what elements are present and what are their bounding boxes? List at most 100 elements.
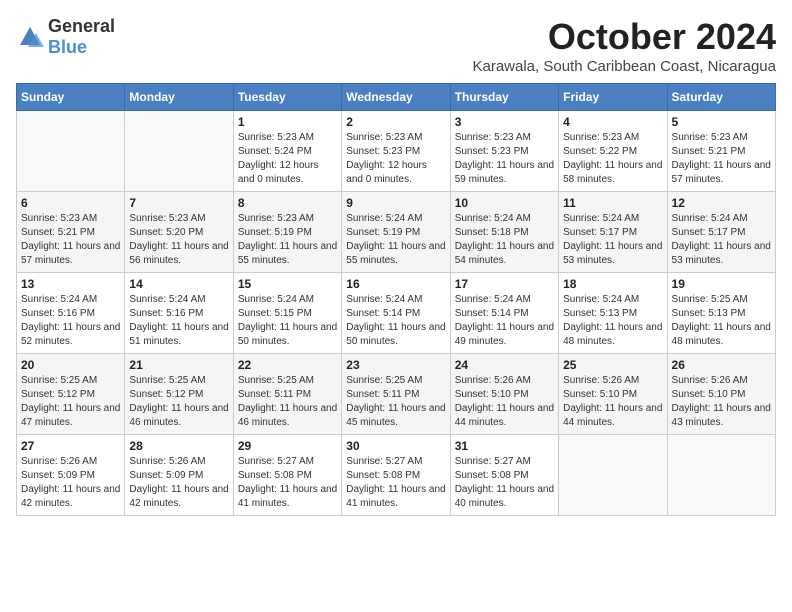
calendar-week-row: 13 Sunrise: 5:24 AMSunset: 5:16 PMDaylig… [17,273,776,354]
day-number: 10 [455,196,554,210]
calendar-cell: 3 Sunrise: 5:23 AMSunset: 5:23 PMDayligh… [450,111,558,192]
calendar-cell: 21 Sunrise: 5:25 AMSunset: 5:12 PMDaylig… [125,354,233,435]
day-number: 25 [563,358,662,372]
calendar-cell: 18 Sunrise: 5:24 AMSunset: 5:13 PMDaylig… [559,273,667,354]
calendar-cell: 7 Sunrise: 5:23 AMSunset: 5:20 PMDayligh… [125,192,233,273]
day-number: 11 [563,196,662,210]
day-info: Sunrise: 5:27 AMSunset: 5:08 PMDaylight:… [238,455,337,511]
day-number: 31 [455,439,554,453]
day-info: Sunrise: 5:23 AMSunset: 5:21 PMDaylight:… [21,212,120,268]
calendar-body: 1 Sunrise: 5:23 AMSunset: 5:24 PMDayligh… [17,111,776,516]
calendar-week-row: 20 Sunrise: 5:25 AMSunset: 5:12 PMDaylig… [17,354,776,435]
day-info: Sunrise: 5:24 AMSunset: 5:17 PMDaylight:… [563,212,662,268]
calendar-cell: 1 Sunrise: 5:23 AMSunset: 5:24 PMDayligh… [233,111,341,192]
day-info: Sunrise: 5:24 AMSunset: 5:17 PMDaylight:… [672,212,771,268]
weekday-header: Friday [559,84,667,111]
day-number: 18 [563,277,662,291]
calendar-cell: 14 Sunrise: 5:24 AMSunset: 5:16 PMDaylig… [125,273,233,354]
calendar-cell: 24 Sunrise: 5:26 AMSunset: 5:10 PMDaylig… [450,354,558,435]
day-number: 29 [238,439,337,453]
title-block: October 2024 Karawala, South Caribbean C… [472,16,776,75]
calendar-cell: 13 Sunrise: 5:24 AMSunset: 5:16 PMDaylig… [17,273,125,354]
calendar-cell [559,435,667,516]
day-info: Sunrise: 5:26 AMSunset: 5:09 PMDaylight:… [21,455,120,511]
day-info: Sunrise: 5:27 AMSunset: 5:08 PMDaylight:… [455,455,554,511]
calendar-cell: 2 Sunrise: 5:23 AMSunset: 5:23 PMDayligh… [342,111,450,192]
location-title: Karawala, South Caribbean Coast, Nicarag… [472,58,776,75]
day-number: 8 [238,196,337,210]
day-info: Sunrise: 5:24 AMSunset: 5:15 PMDaylight:… [238,293,337,349]
day-number: 13 [21,277,120,291]
day-number: 6 [21,196,120,210]
calendar-week-row: 6 Sunrise: 5:23 AMSunset: 5:21 PMDayligh… [17,192,776,273]
day-info: Sunrise: 5:23 AMSunset: 5:24 PMDaylight:… [238,131,337,187]
logo: General Blue [16,16,115,58]
logo-text: General Blue [48,16,115,58]
day-number: 1 [238,115,337,129]
calendar-week-row: 1 Sunrise: 5:23 AMSunset: 5:24 PMDayligh… [17,111,776,192]
calendar-cell [125,111,233,192]
day-number: 27 [21,439,120,453]
day-number: 3 [455,115,554,129]
calendar-cell: 22 Sunrise: 5:25 AMSunset: 5:11 PMDaylig… [233,354,341,435]
day-number: 21 [129,358,228,372]
calendar-cell: 20 Sunrise: 5:25 AMSunset: 5:12 PMDaylig… [17,354,125,435]
day-info: Sunrise: 5:24 AMSunset: 5:16 PMDaylight:… [129,293,228,349]
calendar-cell: 25 Sunrise: 5:26 AMSunset: 5:10 PMDaylig… [559,354,667,435]
calendar-cell: 23 Sunrise: 5:25 AMSunset: 5:11 PMDaylig… [342,354,450,435]
day-number: 24 [455,358,554,372]
day-info: Sunrise: 5:24 AMSunset: 5:14 PMDaylight:… [346,293,445,349]
day-info: Sunrise: 5:23 AMSunset: 5:23 PMDaylight:… [455,131,554,187]
day-info: Sunrise: 5:24 AMSunset: 5:13 PMDaylight:… [563,293,662,349]
calendar-week-row: 27 Sunrise: 5:26 AMSunset: 5:09 PMDaylig… [17,435,776,516]
day-info: Sunrise: 5:23 AMSunset: 5:19 PMDaylight:… [238,212,337,268]
day-info: Sunrise: 5:23 AMSunset: 5:22 PMDaylight:… [563,131,662,187]
day-info: Sunrise: 5:24 AMSunset: 5:19 PMDaylight:… [346,212,445,268]
calendar-cell: 19 Sunrise: 5:25 AMSunset: 5:13 PMDaylig… [667,273,775,354]
calendar-cell: 8 Sunrise: 5:23 AMSunset: 5:19 PMDayligh… [233,192,341,273]
day-info: Sunrise: 5:25 AMSunset: 5:12 PMDaylight:… [129,374,228,430]
calendar-cell [667,435,775,516]
calendar-cell: 5 Sunrise: 5:23 AMSunset: 5:21 PMDayligh… [667,111,775,192]
day-number: 30 [346,439,445,453]
logo-blue: Blue [48,37,87,57]
day-number: 19 [672,277,771,291]
calendar-cell: 26 Sunrise: 5:26 AMSunset: 5:10 PMDaylig… [667,354,775,435]
calendar-cell: 30 Sunrise: 5:27 AMSunset: 5:08 PMDaylig… [342,435,450,516]
day-number: 14 [129,277,228,291]
day-info: Sunrise: 5:24 AMSunset: 5:16 PMDaylight:… [21,293,120,349]
day-info: Sunrise: 5:27 AMSunset: 5:08 PMDaylight:… [346,455,445,511]
weekday-header: Monday [125,84,233,111]
calendar-cell: 4 Sunrise: 5:23 AMSunset: 5:22 PMDayligh… [559,111,667,192]
day-info: Sunrise: 5:25 AMSunset: 5:12 PMDaylight:… [21,374,120,430]
day-info: Sunrise: 5:23 AMSunset: 5:20 PMDaylight:… [129,212,228,268]
calendar-cell: 9 Sunrise: 5:24 AMSunset: 5:19 PMDayligh… [342,192,450,273]
day-number: 26 [672,358,771,372]
day-number: 12 [672,196,771,210]
calendar-table: SundayMondayTuesdayWednesdayThursdayFrid… [16,83,776,516]
weekday-row: SundayMondayTuesdayWednesdayThursdayFrid… [17,84,776,111]
day-info: Sunrise: 5:25 AMSunset: 5:13 PMDaylight:… [672,293,771,349]
logo-general: General [48,16,115,36]
day-info: Sunrise: 5:26 AMSunset: 5:10 PMDaylight:… [672,374,771,430]
calendar-cell: 27 Sunrise: 5:26 AMSunset: 5:09 PMDaylig… [17,435,125,516]
day-info: Sunrise: 5:26 AMSunset: 5:09 PMDaylight:… [129,455,228,511]
calendar-cell: 28 Sunrise: 5:26 AMSunset: 5:09 PMDaylig… [125,435,233,516]
logo-icon [16,23,44,51]
calendar-cell: 29 Sunrise: 5:27 AMSunset: 5:08 PMDaylig… [233,435,341,516]
calendar-header: SundayMondayTuesdayWednesdayThursdayFrid… [17,84,776,111]
calendar-cell: 17 Sunrise: 5:24 AMSunset: 5:14 PMDaylig… [450,273,558,354]
weekday-header: Thursday [450,84,558,111]
day-number: 16 [346,277,445,291]
day-info: Sunrise: 5:23 AMSunset: 5:21 PMDaylight:… [672,131,771,187]
day-info: Sunrise: 5:26 AMSunset: 5:10 PMDaylight:… [455,374,554,430]
month-title: October 2024 [472,16,776,58]
weekday-header: Sunday [17,84,125,111]
weekday-header: Tuesday [233,84,341,111]
day-number: 4 [563,115,662,129]
day-number: 7 [129,196,228,210]
day-info: Sunrise: 5:23 AMSunset: 5:23 PMDaylight:… [346,131,445,187]
weekday-header: Wednesday [342,84,450,111]
day-number: 15 [238,277,337,291]
calendar-cell: 6 Sunrise: 5:23 AMSunset: 5:21 PMDayligh… [17,192,125,273]
